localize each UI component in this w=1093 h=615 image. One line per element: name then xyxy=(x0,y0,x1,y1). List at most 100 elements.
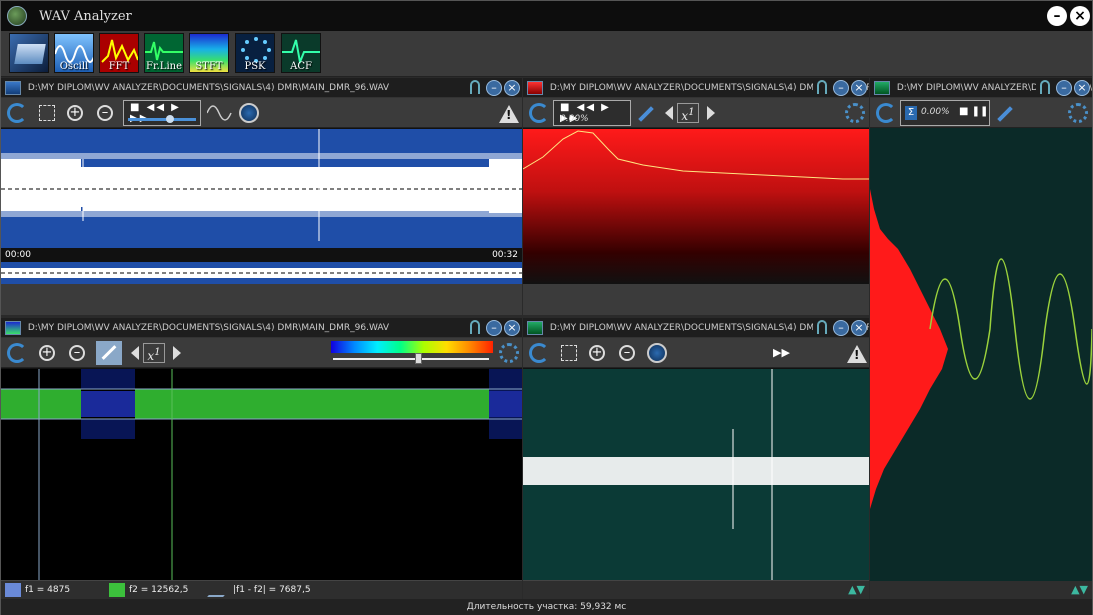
frline-view[interactable] xyxy=(523,369,869,580)
fft-x-power-box[interactable]: x1 xyxy=(677,103,699,123)
acf-tool-button[interactable]: ACF xyxy=(281,33,321,73)
psk-player-controls[interactable]: Σ 0.00% ■ ❚❚ xyxy=(900,100,990,126)
app-logo-icon xyxy=(7,6,27,26)
oscillogram-waveform xyxy=(1,129,522,241)
oscill-time-axis: 00:00 00:32 xyxy=(1,248,522,262)
psk-scroll-arrows-icon[interactable]: ▲▼ xyxy=(1071,583,1088,596)
oscill-footer xyxy=(1,284,522,315)
psk-stop-pause-icon[interactable]: ■ ❚❚ xyxy=(959,106,988,117)
fft-next-icon[interactable] xyxy=(707,106,715,120)
fft-minimize-button[interactable]: – xyxy=(833,80,849,96)
psk-panel-icon xyxy=(874,81,890,95)
psk-minimize-button[interactable]: – xyxy=(1056,80,1072,96)
title-bar: WAV Analyzer – × xyxy=(1,1,1092,31)
psk-refresh-icon[interactable] xyxy=(876,103,896,123)
stft-zoom-out-icon[interactable]: – xyxy=(69,345,85,361)
oscill-overview-waveform xyxy=(1,268,522,278)
stft-x-power-box[interactable]: x1 xyxy=(143,343,165,363)
fft-toolbar: ■ ◀◀ ▶ ▶▶ 0.00% x1 xyxy=(523,98,869,128)
stft-prev-icon[interactable] xyxy=(131,346,139,360)
oscill-player-controls[interactable]: ■ ◀◀ ▶ ▶▶ xyxy=(123,100,201,126)
oscill-minimize-button[interactable]: – xyxy=(486,80,502,96)
fft-spectrum-view[interactable] xyxy=(523,129,869,284)
stft-colormap-slider[interactable] xyxy=(333,353,489,364)
stft-tool-button[interactable]: STFT xyxy=(189,33,229,73)
frline-zoom-out-icon[interactable]: – xyxy=(619,345,635,361)
frline-zoom-in-icon[interactable]: + xyxy=(589,345,605,361)
stft-close-button[interactable]: × xyxy=(504,320,520,336)
open-folder-button[interactable] xyxy=(9,33,49,73)
psk-settings-icon[interactable] xyxy=(1068,103,1088,123)
frline-panel-header: D:\MY DIPLOM\WV ANALYZER\DOCUMENTS\SIGNA… xyxy=(523,318,869,338)
stft-lock-icon[interactable] xyxy=(470,320,480,334)
frline-lock-icon[interactable] xyxy=(817,320,827,334)
stft-tool-label: STFT xyxy=(195,61,223,72)
fft-player-controls[interactable]: ■ ◀◀ ▶ ▶▶ 0.00% xyxy=(553,100,631,126)
frline-gauge-icon[interactable] xyxy=(647,343,667,363)
oscill-tool-button[interactable]: Oscill xyxy=(54,33,94,73)
stft-next-icon[interactable] xyxy=(173,346,181,360)
stft-panel: D:\MY DIPLOM\WV ANALYZER\DOCUMENTS\SIGNA… xyxy=(1,318,522,599)
psk-lock-icon[interactable] xyxy=(1040,80,1050,94)
stft-spectrogram-view[interactable] xyxy=(1,369,522,580)
sine-wave-icon[interactable] xyxy=(207,103,233,123)
stft-settings-icon[interactable] xyxy=(499,343,519,363)
segment-duration: Длительность участка: 59,932 мс xyxy=(466,602,627,612)
frline-tool-label: Fr.Line xyxy=(146,61,182,72)
frline-refresh-icon[interactable] xyxy=(529,343,549,363)
stft-refresh-icon[interactable] xyxy=(7,343,27,363)
sigma-icon[interactable]: Σ xyxy=(905,106,917,120)
fft-x-sup: 1 xyxy=(688,107,695,118)
fft-settings-icon[interactable] xyxy=(845,103,865,123)
stft-spectrogram xyxy=(1,369,522,580)
oscillogram-view[interactable]: 00:00 00:32 xyxy=(1,129,522,259)
frline-close-button[interactable]: × xyxy=(851,320,867,336)
fft-lock-icon[interactable] xyxy=(817,80,827,94)
frline-tool-button[interactable]: Fr.Line xyxy=(144,33,184,73)
gauge-icon[interactable] xyxy=(239,103,259,123)
fft-panel-icon xyxy=(527,81,543,95)
oscill-time-start-label: 00:00 xyxy=(5,250,31,260)
stft-x-sup: 1 xyxy=(154,347,161,358)
stft-pen-button[interactable] xyxy=(96,341,122,365)
fft-refresh-icon[interactable] xyxy=(529,103,549,123)
psk-tool-button[interactable]: PSK xyxy=(235,33,275,73)
psk-close-button[interactable]: × xyxy=(1074,80,1090,96)
stft-colormap-slider-thumb[interactable] xyxy=(415,353,422,364)
frline-warning-icon[interactable] xyxy=(847,345,867,363)
selection-icon[interactable] xyxy=(39,105,55,121)
oscill-toolbar: + – ■ ◀◀ ▶ ▶▶ xyxy=(1,98,522,128)
psk-view[interactable] xyxy=(870,129,1092,581)
stft-panel-icon xyxy=(5,321,21,335)
fft-pen-icon[interactable] xyxy=(638,106,654,122)
frline-toolbar: + – ▶▶ xyxy=(523,338,869,368)
oscill-overview[interactable] xyxy=(1,262,522,284)
oscill-close-button[interactable]: × xyxy=(504,80,520,96)
stft-zoom-in-icon[interactable]: + xyxy=(39,345,55,361)
oscill-panel: D:\MY DIPLOM\WV ANALYZER\DOCUMENTS\SIGNA… xyxy=(1,78,522,315)
fast-forward-icon[interactable]: ▶▶ xyxy=(773,346,790,359)
psk-panel: D:\MY DIPLOM\WV ANALYZER\DOCUMENTS\SIGNA… xyxy=(870,78,1092,599)
frline-selection-icon[interactable] xyxy=(561,345,577,361)
fft-close-button[interactable]: × xyxy=(851,80,867,96)
lock-icon[interactable] xyxy=(470,80,480,94)
zoom-in-icon[interactable]: + xyxy=(67,105,83,121)
stft-pen-icon xyxy=(101,345,117,360)
playback-slider-thumb[interactable] xyxy=(166,115,174,123)
stft-minimize-button[interactable]: – xyxy=(486,320,502,336)
f1-value: f1 = 4875 xyxy=(25,585,71,595)
fft-panel: D:\MY DIPLOM\WV ANALYZER\DOCUMENTS\SIGNA… xyxy=(523,78,869,315)
playback-slider[interactable] xyxy=(128,115,196,123)
fft-prev-icon[interactable] xyxy=(665,106,673,120)
fft-tool-button[interactable]: FFT xyxy=(99,33,139,73)
frline-minimize-button[interactable]: – xyxy=(833,320,849,336)
close-button[interactable]: × xyxy=(1070,6,1090,26)
psk-pen-icon[interactable] xyxy=(997,106,1013,122)
warning-icon[interactable] xyxy=(499,105,519,123)
minimize-button[interactable]: – xyxy=(1047,6,1067,26)
frline-status-bar: ▲▼ xyxy=(523,580,869,599)
refresh-icon[interactable] xyxy=(7,103,27,123)
psk-progress: 0.00% xyxy=(921,107,950,117)
zoom-out-icon[interactable]: – xyxy=(97,105,113,121)
frline-scroll-arrows-icon[interactable]: ▲▼ xyxy=(848,583,865,596)
